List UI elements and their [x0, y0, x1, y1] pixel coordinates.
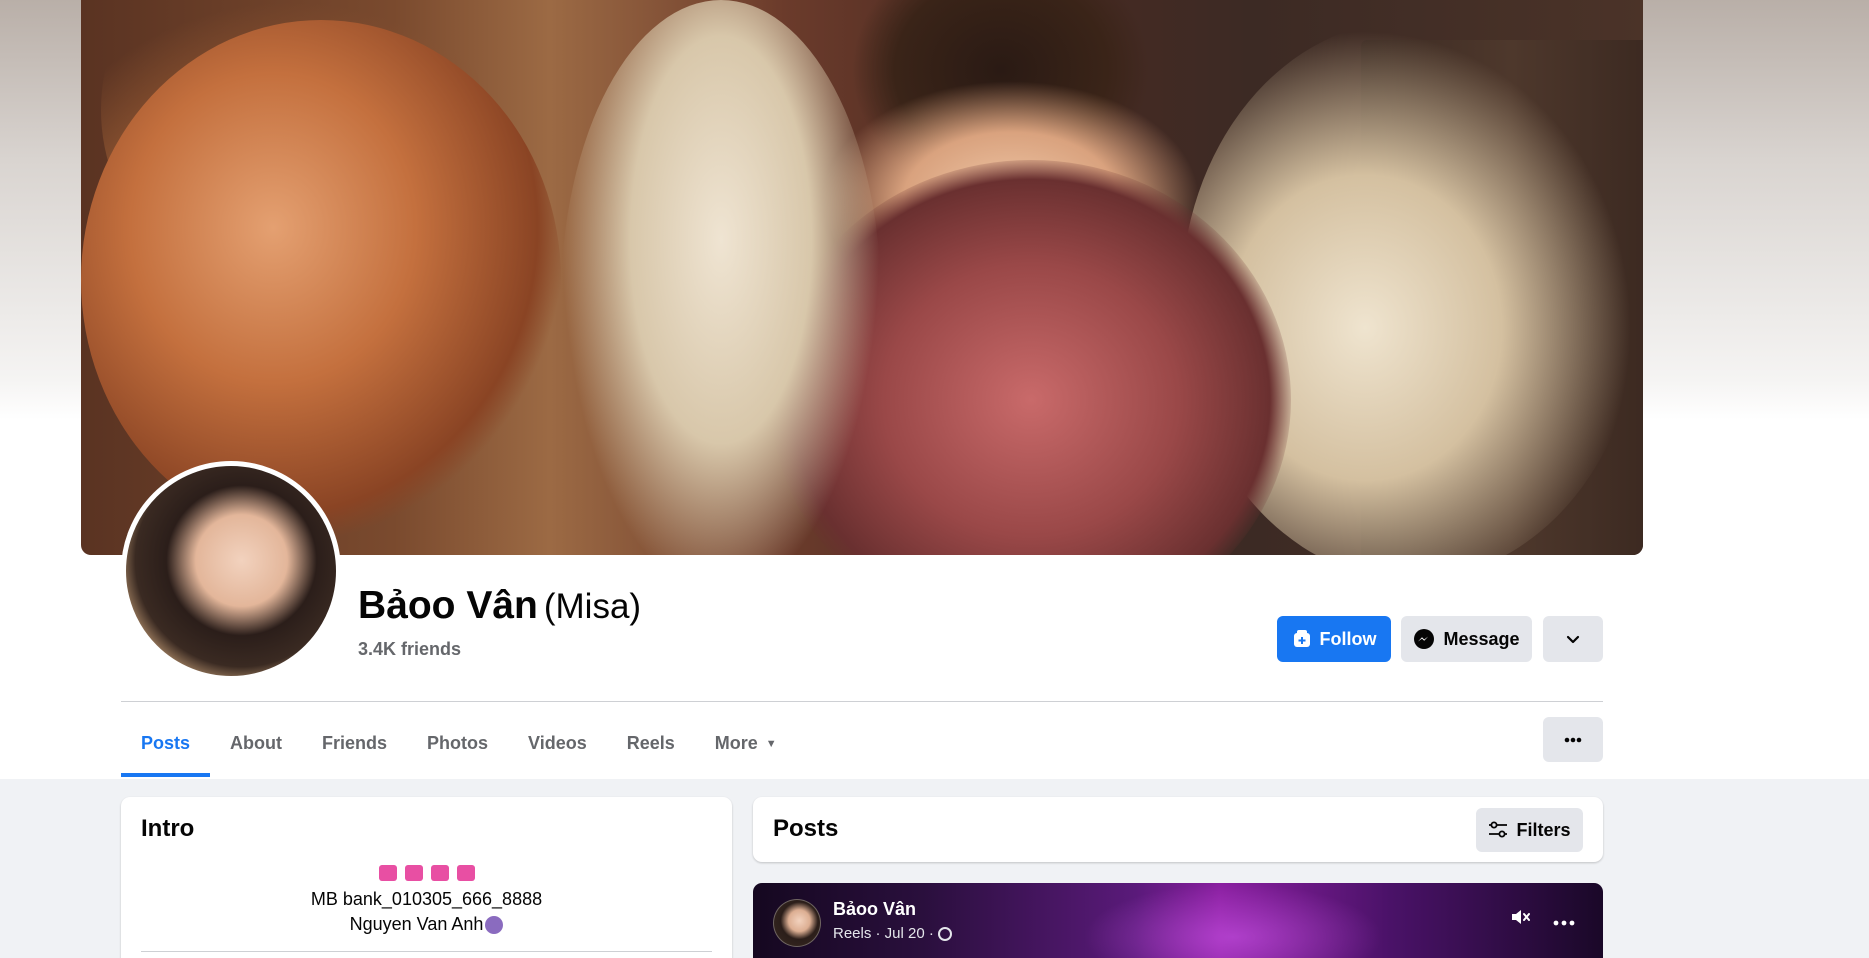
message-label: Message: [1443, 628, 1520, 649]
reel-meta-text: Reels · Jul 20 ·: [833, 925, 934, 942]
tab-friends[interactable]: Friends: [302, 710, 407, 777]
mute-icon[interactable]: [1509, 905, 1533, 934]
posts-header-card: Posts Filters: [753, 797, 1603, 862]
profile-name-text: Bảoo Vân: [358, 584, 538, 627]
crown-emoji-icon: [485, 916, 504, 935]
follow-label: Follow: [1319, 628, 1377, 649]
tab-more[interactable]: More ▼: [695, 710, 797, 777]
tab-reels[interactable]: Reels: [607, 710, 695, 777]
profile-more-button[interactable]: [1543, 717, 1603, 762]
tab-photos[interactable]: Photos: [407, 710, 508, 777]
reel-post-card[interactable]: Bảoo Vân Reels · Jul 20 ·: [753, 883, 1603, 958]
profile-nickname: (Misa): [543, 587, 642, 626]
message-button[interactable]: Message: [1401, 616, 1532, 662]
tab-label: Friends: [322, 733, 388, 753]
tab-label: Photos: [427, 733, 489, 753]
more-dots-icon: [1564, 737, 1582, 743]
tab-label: More: [714, 733, 758, 753]
intro-emoji-row: [121, 865, 732, 886]
tab-videos[interactable]: Videos: [508, 710, 607, 777]
follow-button[interactable]: Follow: [1277, 616, 1391, 662]
emoji-icon: [404, 865, 423, 881]
header-divider: [121, 701, 1603, 702]
intro-title: Intro: [141, 815, 195, 842]
intro-card: Intro MB bank_010305_666_8888 Nguyen Van…: [121, 797, 732, 958]
reel-meta: Reels · Jul 20 ·: [833, 925, 952, 942]
reel-author-avatar[interactable]: [773, 899, 821, 947]
profile-options-dropdown[interactable]: [1543, 616, 1603, 662]
emoji-icon: [430, 865, 449, 881]
caret-down-icon: ▼: [765, 737, 777, 750]
intro-divider: [141, 951, 712, 952]
chevron-down-icon: [1565, 631, 1581, 647]
tab-label: Videos: [528, 733, 587, 753]
messenger-icon: [1413, 628, 1435, 650]
intro-bio-line: MB bank_010305_666_8888: [310, 889, 543, 909]
intro-bio-line-2: Nguyen Van Anh: [121, 914, 732, 935]
profile-name: Bảoo Vân (Misa): [358, 584, 641, 628]
reel-author-name[interactable]: Bảoo Vân: [833, 899, 916, 920]
filters-label: Filters: [1516, 819, 1571, 840]
globe-icon: [937, 926, 952, 941]
filters-icon: [1488, 821, 1508, 839]
more-dots-icon[interactable]: [1553, 913, 1575, 931]
cover-photo[interactable]: [81, 0, 1643, 555]
posts-title: Posts: [773, 815, 839, 842]
tab-about[interactable]: About: [210, 710, 302, 777]
friends-count[interactable]: 3.4K friends: [358, 639, 461, 660]
cover-leaves-decor: [81, 20, 561, 540]
filters-button[interactable]: Filters: [1476, 808, 1583, 852]
tab-label: About: [230, 733, 283, 753]
profile-avatar[interactable]: [121, 461, 341, 681]
intro-bio-text: Nguyen Van Anh: [349, 914, 484, 934]
tab-label: Posts: [141, 733, 191, 753]
profile-tabs: Posts About Friends Photos Videos Reels …: [121, 710, 797, 777]
tab-label: Reels: [626, 733, 675, 753]
cover-grass-decor-left: [561, 0, 881, 555]
follow-icon: [1292, 629, 1312, 649]
emoji-icon: [378, 865, 397, 881]
reel-background-decor: [1083, 883, 1383, 958]
emoji-icon: [456, 865, 475, 881]
tab-posts[interactable]: Posts: [121, 710, 211, 777]
